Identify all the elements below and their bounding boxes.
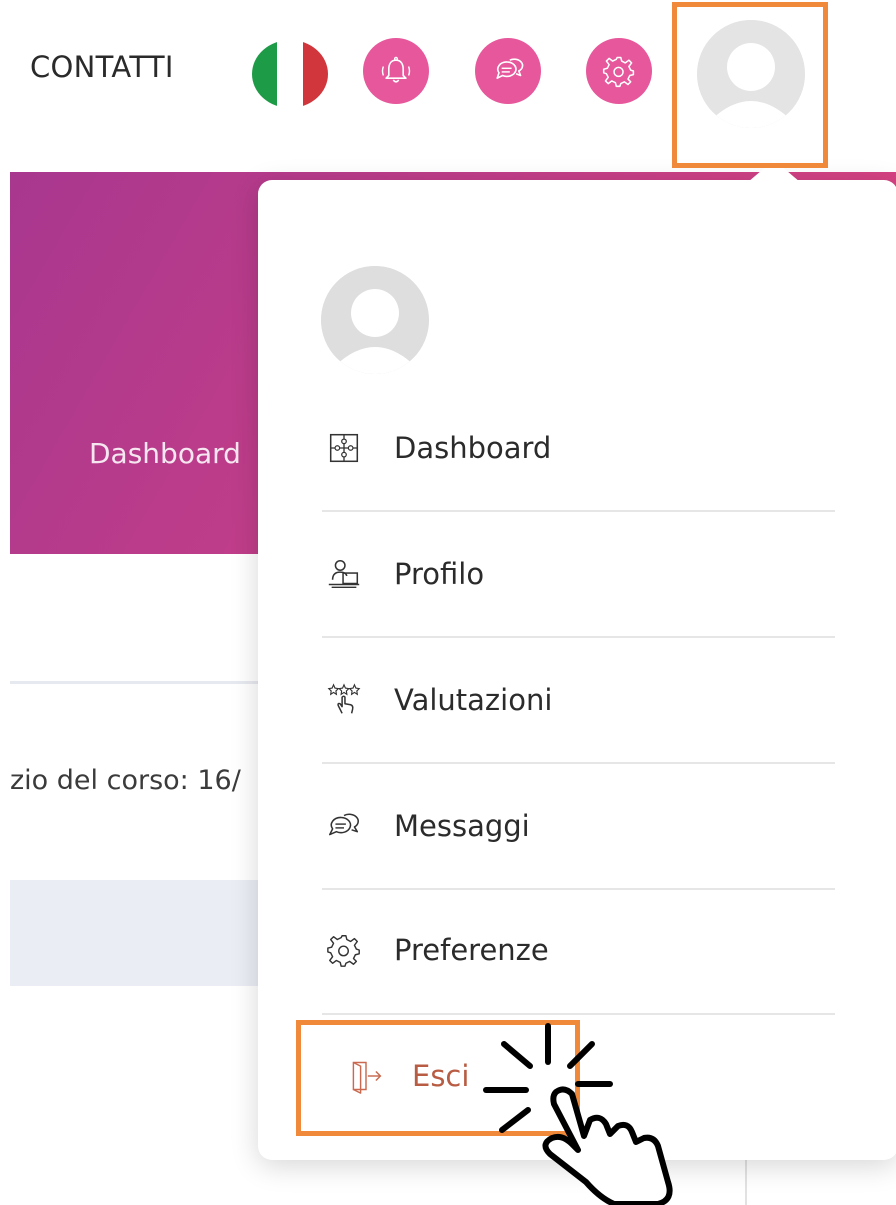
menu-item-label: Profilo xyxy=(394,557,485,591)
profile-desk-icon xyxy=(324,554,364,594)
flag-green-stripe xyxy=(252,40,278,108)
menu-item-label: Messaggi xyxy=(394,809,530,843)
stars-hand-icon xyxy=(324,680,364,720)
flag-white-stripe xyxy=(277,40,303,108)
flag-red-stripe xyxy=(302,40,328,108)
menu-item-ratings[interactable]: Valutazioni xyxy=(320,660,835,740)
menu-separator xyxy=(322,762,835,764)
menu-separator xyxy=(322,636,835,638)
menu-item-label: Dashboard xyxy=(394,431,552,465)
bell-icon xyxy=(381,56,411,83)
notifications-button[interactable] xyxy=(363,38,429,104)
menu-item-dashboard[interactable]: Dashboard xyxy=(320,408,835,488)
messages-button[interactable] xyxy=(475,38,541,104)
menu-item-label: Preferenze xyxy=(394,933,549,967)
menu-separator xyxy=(322,510,835,512)
puzzle-icon xyxy=(324,428,364,468)
user-avatar-icon xyxy=(321,266,429,374)
menu-separator xyxy=(322,888,835,890)
menu-item-messages[interactable]: Messaggi xyxy=(320,786,835,866)
course-start-text: zio del corso: 16/ xyxy=(10,765,241,796)
contacts-link[interactable]: CONTATTI xyxy=(30,50,174,84)
gear-icon xyxy=(324,930,364,970)
menu-separator xyxy=(322,1013,835,1015)
dropdown-user-avatar xyxy=(321,266,429,374)
pointing-hand-click-icon xyxy=(483,1023,673,1205)
avatar-highlight-box xyxy=(672,2,828,168)
settings-button[interactable] xyxy=(586,38,652,104)
page-divider xyxy=(745,1160,747,1205)
menu-item-preferences[interactable]: Preferenze xyxy=(320,910,835,990)
hero-dashboard-title: Dashboard xyxy=(89,437,241,470)
menu-item-label: Valutazioni xyxy=(394,683,553,717)
menu-item-profile[interactable]: Profilo xyxy=(320,534,835,614)
chat-bubbles-icon xyxy=(324,806,364,846)
italian-flag-language-button[interactable] xyxy=(252,40,328,108)
chat-icon xyxy=(496,58,524,80)
gear-icon xyxy=(602,56,635,88)
